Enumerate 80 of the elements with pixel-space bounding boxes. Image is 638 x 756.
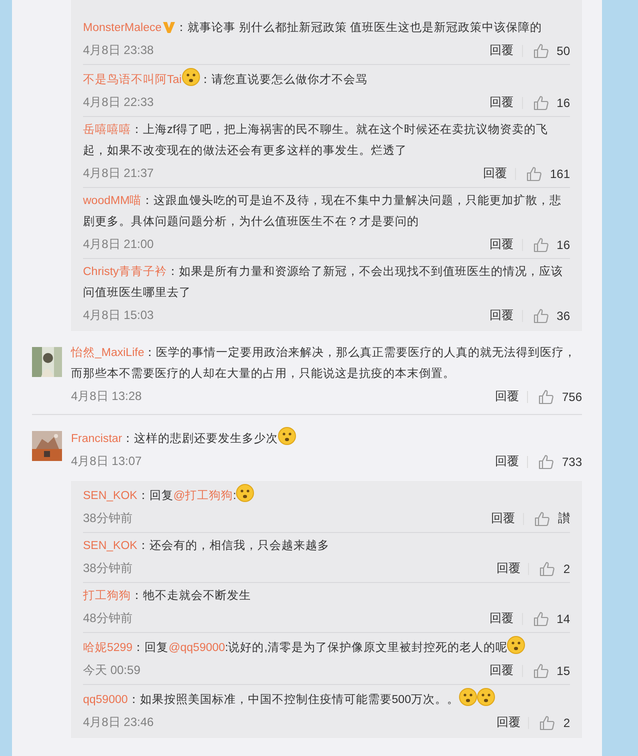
like-count: 2 [563,716,570,730]
like-count: 2 [563,562,570,576]
thumbs-up-icon [539,714,556,730]
comment-time: 38分钟前 [83,510,132,527]
user-name-link[interactable]: Christy青青子衿 [83,266,167,278]
comment-time: 4月8日 23:38 [83,42,154,59]
like-count: 15 [556,664,570,678]
like-count: 733 [562,454,582,468]
mention-link[interactable]: @qq59000 [168,642,226,654]
thumbs-up-icon [532,42,549,58]
comment-text: 不是鸟语不叫阿Tai ：请您直说要怎么做你才不会骂 [83,68,570,91]
reply-link[interactable]: 回覆 [494,453,519,470]
comment-text: qq59000：如果按照美国标准，中国不控制住疫情可能需要500万次。。 [83,688,570,711]
comment-time: 今天 00:59 [83,662,140,679]
like-count: 756 [562,390,582,404]
comment-text: 岳嘻嘻嘻：上海zf得了吧，把上海祸害的民不聊生。就在这个时候还在卖抗议物资卖的飞起，如果不改变现在的做法还会有更多这样的事发生。烂透了 [83,122,549,159]
comment-text: SEN_KOK：回复@打工狗狗: [83,484,570,507]
emoji-icon [458,688,477,706]
user-name-link[interactable]: qq59000 [83,694,128,706]
comment-text: woodMM喵：这跟血馒头吃的可是迫不及待，现在不集中力量解决问题，只能更加扩散，悲剧更多。具体问题问题分析，为什么值班医生不在？才是要问的 [83,193,563,230]
like-count: 16 [556,96,570,110]
user-name-link[interactable]: 岳嘻嘻嘻 [83,124,131,136]
comment-time: 4月8日 21:00 [83,236,154,253]
user-name-link[interactable]: 怡然_MaxiLife [71,347,144,359]
comment-text: Francistar：这样的悲剧还要发生多少次 [71,427,582,450]
comment-time: 4月8日 22:33 [83,94,154,111]
like-count: 16 [556,238,570,252]
thumbs-up-icon [539,560,556,576]
comment-text: 打工狗狗：牠不走就会不断发生 [83,588,252,604]
reply-link[interactable]: 回覆 [494,388,519,405]
reply-link[interactable]: 回覆 [490,236,514,253]
comment-text: 怡然_MaxiLife：医学的事情一定要用政治来解决，那么真正需要医疗的人真的就无法得到医疗，而那些本不需要医疗的人却在大量的占用，只能说这是抗疫的本末倒置。 [71,346,578,382]
comment-text: Christy青青子衿：如果是所有力量和资源给了新冠，不会出现找不到值班医生的情况，应该问值班医生哪里去了 [83,264,564,301]
like-count: 讃 [558,510,570,527]
like-count: 161 [550,166,570,180]
comment-time: 4月8日 23:46 [83,714,154,731]
user-name-link[interactable]: Francistar [71,433,122,445]
thumbs-up-icon [538,388,554,404]
user-name-link[interactable]: 不是鸟语不叫阿Tai [83,74,182,86]
thumbs-up-icon [532,610,549,626]
comment-time: 48分钟前 [83,610,132,627]
user-name-link[interactable]: SEN_KOK [83,540,138,552]
reply-link[interactable]: 回覆 [490,662,514,679]
thumbs-up-icon [534,510,550,526]
emoji-icon [278,427,296,445]
comment-text: MonsterMalece ：就事论事 别什么都扯新冠政策 值班医生这也是新冠政策中该保障的 [83,19,544,36]
thumbs-up-icon [532,662,549,678]
user-name-link[interactable]: woodMM喵 [83,195,142,207]
comment-text: SEN_KOK：还会有的，相信我，只会越来越多 [83,538,330,554]
comment-time: 4月8日 13:28 [71,388,142,405]
emoji-icon [182,68,200,86]
comment-time: 38分钟前 [83,560,132,577]
comment-text: 哈妮5299：回复@qq59000:说好的,清零是为了保护像原文里被封控死的老人的呢 [83,636,570,659]
comment-time: 4月8日 15:03 [83,307,154,324]
emoji-icon [507,636,526,654]
reply-link[interactable]: 回覆 [491,510,515,527]
reply-link[interactable]: 回覆 [490,610,514,627]
emoji-icon [476,688,495,706]
comment-time: 4月8日 21:37 [83,165,154,182]
user-name-link[interactable]: 打工狗狗 [83,590,131,602]
thumbs-up-icon [532,94,549,110]
like-count: 14 [556,612,570,626]
reply-link[interactable]: 回覆 [490,307,514,324]
user-name-link[interactable]: SEN_KOK [83,490,138,502]
comment-time: 4月8日 13:07 [71,453,142,470]
reply-link[interactable]: 回覆 [490,42,514,59]
reply-link[interactable]: 回覆 [482,165,507,182]
thumbs-up-icon [526,166,542,182]
user-name-link[interactable]: MonsterMalece [83,22,162,34]
thumbs-up-icon [538,454,554,470]
reply-link[interactable]: 回覆 [490,94,514,111]
thumbs-up-icon [532,236,549,252]
emoji-icon [236,484,254,502]
mention-link[interactable]: @打工狗狗 [173,490,234,502]
reply-link[interactable]: 回覆 [496,714,520,731]
reply-link[interactable]: 回覆 [496,560,520,577]
user-name-link[interactable]: 哈妮5299 [83,642,133,654]
like-count: 36 [556,308,570,322]
like-count: 50 [556,44,570,58]
thumbs-up-icon [532,308,549,324]
